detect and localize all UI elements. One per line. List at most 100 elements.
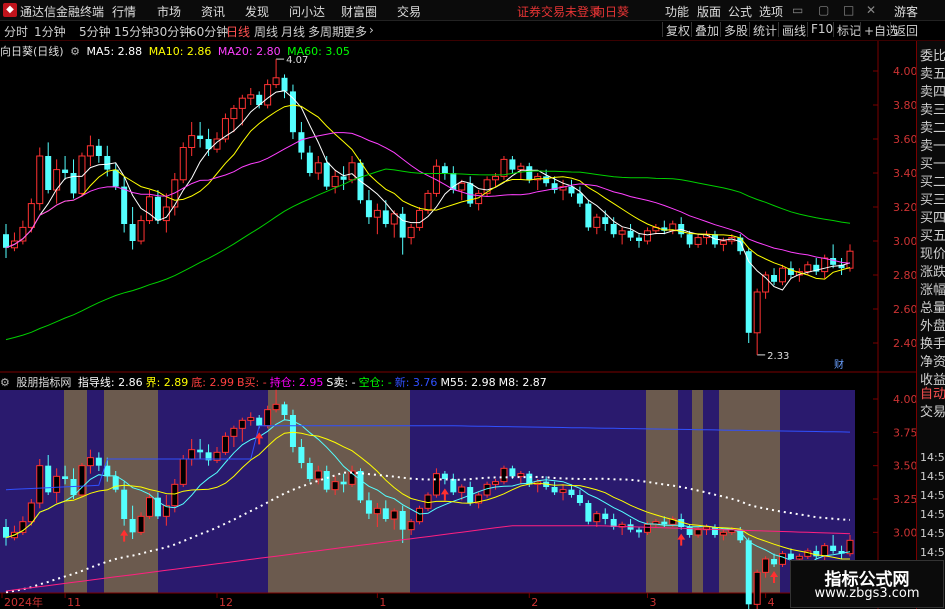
main-candle-33 [281,77,288,92]
sub-candle-9 [78,465,86,496]
quote-field-19[interactable]: 自动 [920,383,945,402]
tick-time-5: 14:56 [920,546,945,559]
tab-weekly[interactable]: 周线 [254,23,278,40]
main-tick-label-7: 2.60 [893,303,916,316]
main-candle-13 [112,169,119,187]
indicator-settings-icon[interactable]: ⚙ [0,376,10,389]
tab-multi-period[interactable]: 多周期 [308,23,344,40]
tab-60min[interactable]: 60分钟 [189,23,228,40]
sub-candle-66 [559,489,567,493]
menu-xuanxiang[interactable]: 选项 [759,3,783,20]
tab-30min[interactable]: 30分钟 [152,23,191,40]
ma60-value: MA60: 3.05 [287,45,350,58]
main-candle-36 [306,152,313,173]
sub-candle-51 [432,473,440,496]
tick-time-1: 14:56 [920,470,945,483]
guest-label[interactable]: 游客 [894,3,918,20]
menu-zixun[interactable]: 资讯 [201,3,225,20]
main-candle-31 [264,84,272,106]
tab-monthly[interactable]: 月线 [281,23,305,40]
main-candle-61 [517,165,525,171]
maximize-icon[interactable]: □ [843,3,854,17]
quote-field-20[interactable]: 交易 [920,401,945,420]
mark-button[interactable]: 标记 [833,22,861,38]
menu-gongshi[interactable]: 公式 [728,3,752,20]
sub-candle-16 [137,515,145,533]
main-candle-76 [643,230,651,242]
chevron-right-icon[interactable]: › [369,23,374,37]
sub-candle-59 [500,467,508,483]
close-icon[interactable]: ✕ [866,3,876,17]
tab-1min[interactable]: 1分钟 [34,23,66,40]
main-candle-95 [804,264,812,273]
tab-5min[interactable]: 5分钟 [79,23,111,40]
minimize-icon[interactable]: ▭ [792,3,803,17]
draw-line-button[interactable]: 画线 [778,22,806,38]
x-tick-label-1: 11 [67,596,81,609]
fuquan-button[interactable]: 复权 [662,22,690,38]
main-candle-22 [188,135,196,148]
sub-candle-36 [306,463,313,479]
sub-candle-39 [331,481,339,491]
tab-daily[interactable]: 日线 [226,23,250,40]
indicator-band-3 [104,390,158,593]
main-candle-54 [458,182,466,191]
sub-candle-48 [407,521,415,531]
period-toolbar: 分时 1分钟 5分钟 15分钟 30分钟 60分钟 日线 周线 月线 多周期 更… [0,21,945,41]
f10-button[interactable]: F10 [807,22,833,37]
main-candle-53 [450,173,457,190]
finance-marker[interactable]: 财 [834,358,844,371]
main-candle-0 [3,234,9,248]
main-candle-71 [602,217,609,224]
overlay-button[interactable]: 叠加 [691,22,719,38]
sub-candle-58 [492,481,500,485]
sub-candle-26 [221,435,229,453]
main-tick-label-6: 2.80 [893,269,916,282]
sub-tick-label-0: 4.00 [893,393,916,406]
main-candle-43 [365,200,372,218]
tab-15min[interactable]: 15分钟 [114,23,153,40]
quote-field-7: 买二 [920,175,945,190]
sub-candle-49 [416,507,424,523]
restore-icon[interactable]: ▢ [818,3,829,17]
chart-title: 向日葵(日线) [0,45,64,58]
sub-candle-4 [36,465,44,504]
sub-candle-75 [636,529,642,533]
menu-banmian[interactable]: 版面 [697,3,721,20]
main-candle-16 [137,220,145,242]
main-candle-44 [373,209,381,218]
back-button[interactable]: 返回 [890,22,918,38]
indicator-value-0: 指导线: 2.86 [77,376,143,389]
main-candle-27 [230,107,238,120]
menu-jiaoyi[interactable]: 交易 [397,3,421,20]
menu-faxian[interactable]: 发现 [245,3,269,20]
main-candle-82 [694,237,702,245]
menu-gongneng[interactable]: 功能 [665,3,689,20]
indicator-band-8 [678,390,692,593]
statistics-button[interactable]: 统计 [749,22,777,38]
menu-shichang[interactable]: 市场 [157,3,181,20]
kline-chart[interactable]: 4.00 3.80 3.60 3.40 3.20 3.00 2.80 2.60 2.40 4.00… [0,41,916,609]
sub-candle-5 [45,465,52,493]
menu-caifuquan[interactable]: 财富圈 [341,3,377,20]
tab-more[interactable]: 更多 [343,23,367,40]
main-candle-45 [382,210,389,224]
title-bar: ◆ 通达信金融终端 行情 市场 资讯 发现 问小达 财富圈 交易 证券交易未登录… [0,0,945,21]
sub-candle-42 [357,471,364,501]
main-candle-48 [407,226,415,239]
multi-stock-button[interactable]: 多股 [720,22,748,38]
tab-fenshi[interactable]: 分时 [4,23,28,40]
quote-field-14: 总量 [920,301,945,316]
menu-hangqing[interactable]: 行情 [112,3,136,20]
menu-wenxiaoda[interactable]: 问小达 [289,3,325,20]
sub-candle-23 [197,449,204,453]
low-price-label: 2.33 [767,351,789,362]
settings-icon[interactable]: ⚙ [70,45,80,58]
main-candle-68 [576,193,583,204]
main-candle-7 [62,169,69,173]
main-candle-70 [593,216,601,228]
main-candle-98 [830,258,837,265]
main-candle-21 [179,147,187,181]
quote-field-11: 现价 [920,247,945,262]
login-warning[interactable]: 证券交易未登录 [517,3,601,20]
